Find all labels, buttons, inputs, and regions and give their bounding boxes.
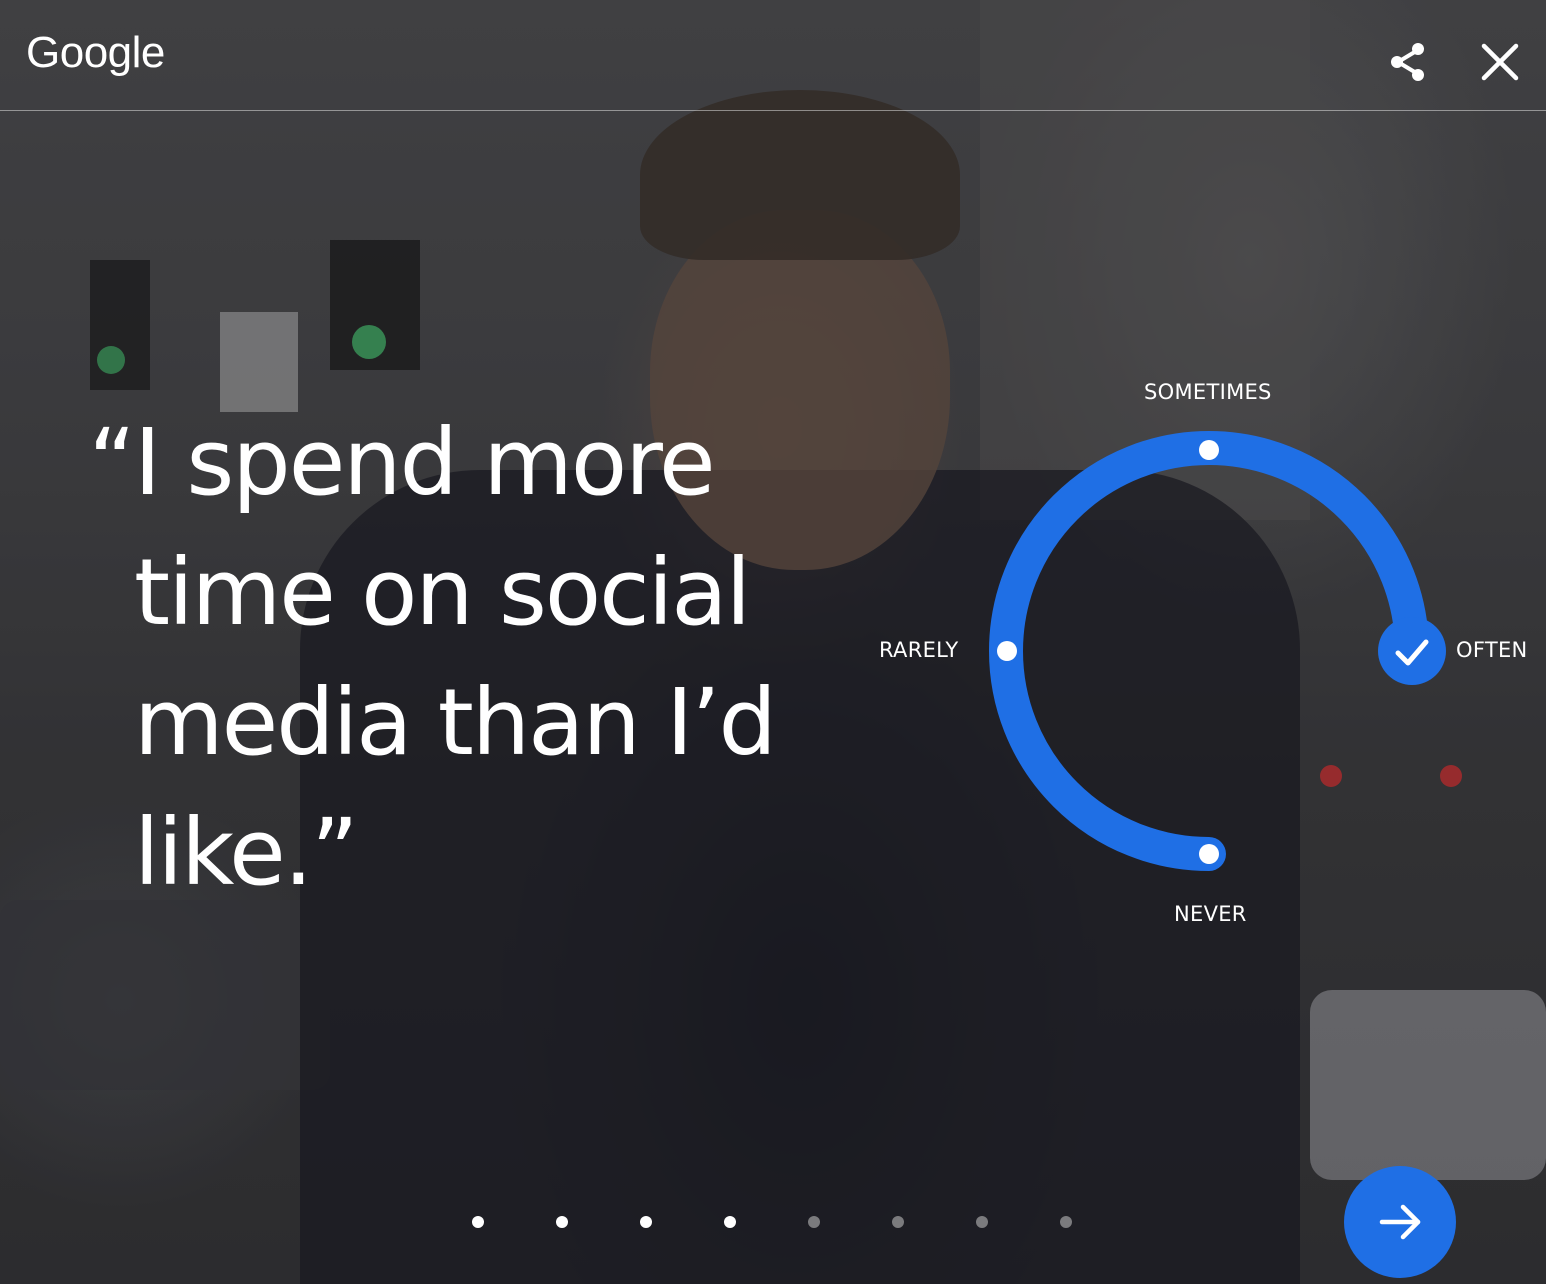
close-icon[interactable] [1476, 38, 1524, 86]
answer-dial[interactable]: SOMETIMES RARELY OFTEN NEVER [860, 370, 1546, 950]
dial-label-often[interactable]: OFTEN [1456, 638, 1528, 662]
question-line-2: time on social [134, 539, 751, 646]
dial-label-never[interactable]: NEVER [1174, 902, 1247, 926]
pagination-dot[interactable] [892, 1216, 904, 1228]
dial-handle-selected[interactable] [1378, 617, 1446, 685]
dial-stop-sometimes[interactable] [1199, 440, 1219, 460]
pagination-dot[interactable] [1060, 1216, 1072, 1228]
pagination-dot[interactable] [472, 1216, 484, 1228]
share-icon[interactable] [1384, 38, 1432, 86]
pagination-dot[interactable] [556, 1216, 568, 1228]
dial-stop-rarely[interactable] [997, 641, 1017, 661]
next-button[interactable] [1344, 1166, 1456, 1278]
google-logo: Google [26, 28, 165, 77]
pagination-dot[interactable] [976, 1216, 988, 1228]
open-quote: “ [88, 409, 136, 516]
dial-stop-never[interactable] [1199, 844, 1219, 864]
top-bar: Google [0, 0, 1546, 111]
question-line-1: “I spend more [86, 398, 786, 528]
pagination-dot[interactable] [808, 1216, 820, 1228]
dial-label-sometimes[interactable]: SOMETIMES [1144, 380, 1272, 404]
dial-label-rarely[interactable]: RARELY [879, 638, 959, 662]
question-line-3: media than I’d [134, 669, 777, 776]
pagination-dot[interactable] [724, 1216, 736, 1228]
question-text: “I spend more time on social media than … [86, 398, 786, 918]
question-line-4: like.” [134, 799, 359, 906]
dial-track[interactable] [989, 431, 1429, 871]
pagination-dot[interactable] [640, 1216, 652, 1228]
